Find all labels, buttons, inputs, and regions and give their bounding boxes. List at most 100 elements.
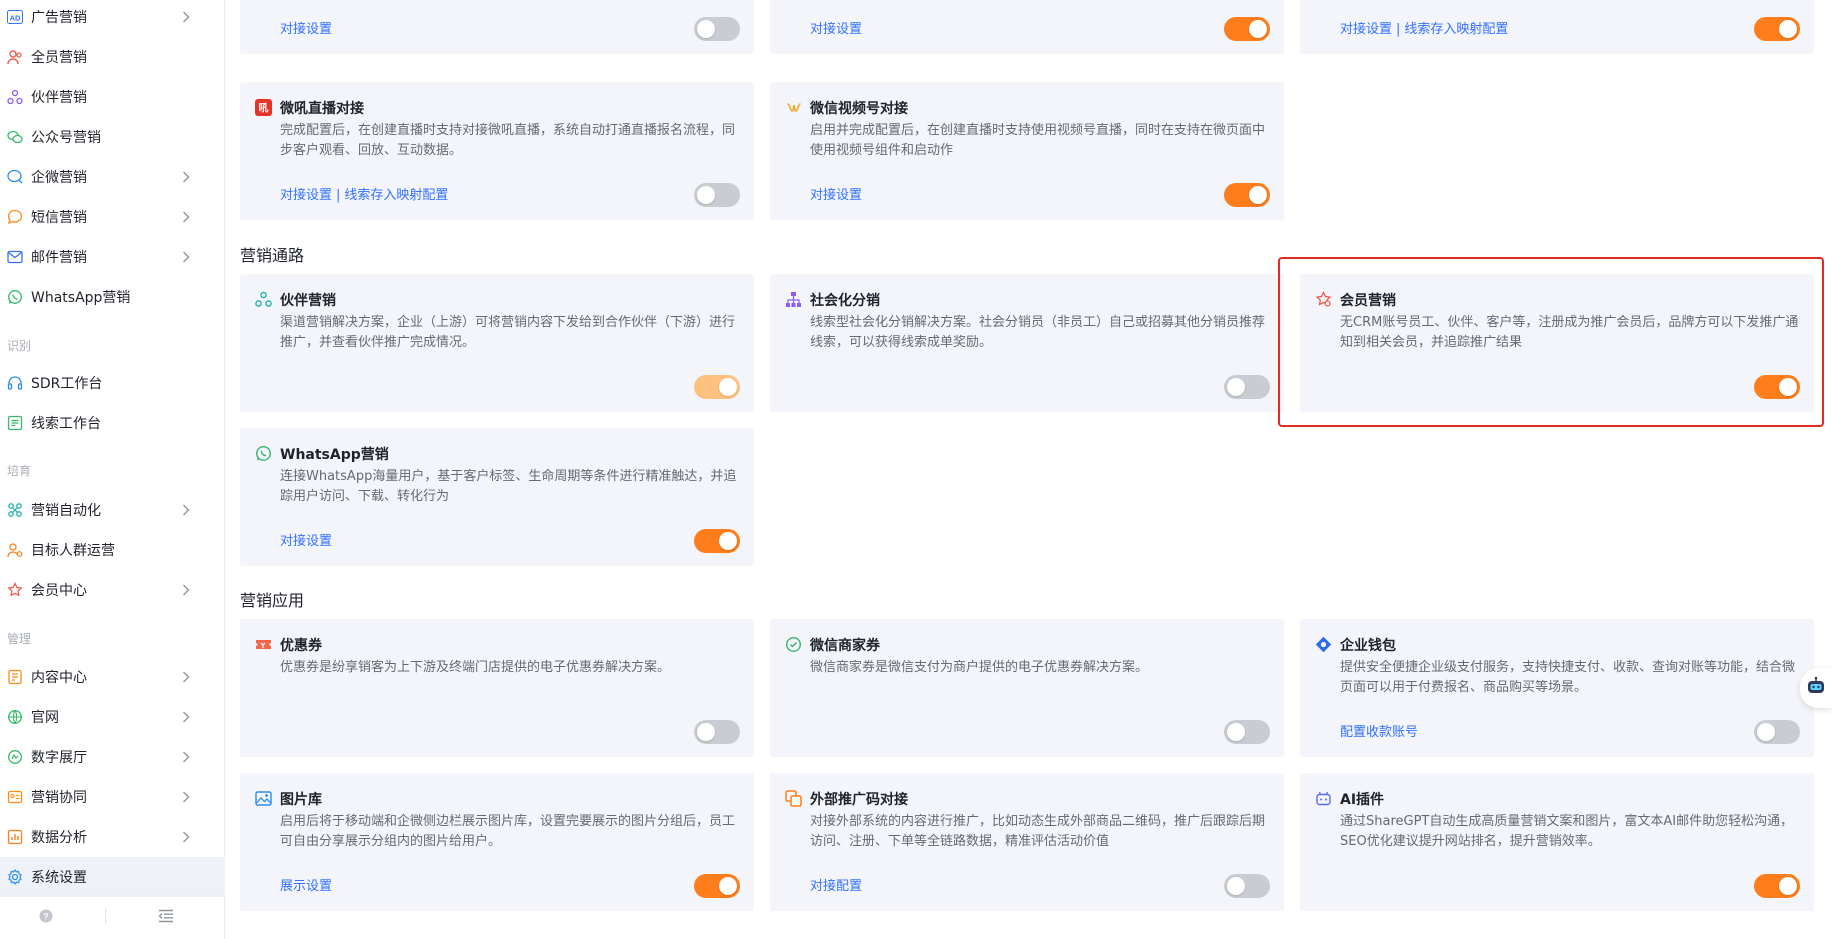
link-text[interactable]: 对接设置 (280, 188, 332, 203)
lead-mapping-link[interactable]: 线索存入映射配置 (1404, 22, 1508, 37)
toggle-switch[interactable] (694, 17, 740, 41)
toggle-switch[interactable] (1224, 874, 1270, 898)
link-text[interactable]: 对接设置 (280, 22, 332, 37)
sidebar-item-whatsapp-marketing[interactable]: WhatsApp营销 (0, 277, 225, 317)
collapse-sidebar-icon[interactable] (157, 907, 175, 925)
toggle-switch[interactable] (1224, 183, 1270, 207)
card-description: 提供安全便捷企业级支付服务，支持快捷支付、收款、查询对账等功能，结合微页面可以用… (1340, 660, 1796, 695)
sidebar-item-label: 短信营销 (31, 210, 87, 226)
display-settings-link[interactable]: 展示设置 (280, 875, 332, 894)
link-text[interactable]: 对接设置 (810, 22, 862, 37)
sidebar-item-marketing-collaboration[interactable]: 营销协同 (0, 777, 225, 817)
svg-text:吼: 吼 (259, 102, 269, 115)
help-icon[interactable]: ? (37, 907, 55, 925)
card-coupon: 优惠券 优惠券是纷享销客为上下游及终端门店提供的电子优惠券解决方案。 (240, 619, 754, 757)
toggle-switch[interactable] (1224, 375, 1270, 399)
chevron-right-icon (178, 669, 194, 685)
integration-settings-link[interactable]: 对接设置 | 线索存入映射配置 (1340, 18, 1508, 37)
footer-divider (105, 908, 106, 924)
integration-settings-link[interactable]: 对接设置 (810, 184, 862, 203)
sidebar-item-partner-marketing[interactable]: 伙伴营销 (0, 77, 225, 117)
integration-settings-link[interactable]: 对接设置 (280, 18, 332, 37)
chevron-right-icon (178, 502, 194, 518)
distribution-icon (785, 291, 802, 308)
toggle-switch[interactable] (694, 375, 740, 399)
sidebar-item-content-center[interactable]: 内容中心 (0, 657, 225, 697)
sidebar-item-label: 数据分析 (31, 830, 87, 846)
sidebar-item-label: 广告营销 (31, 10, 87, 26)
sidebar-item-digital-hall[interactable]: 数字展厅 (0, 737, 225, 777)
card-description: 线索型社会化分销解决方案。社会分销员（非员工）自己或招募其他分销员推荐线索，可以… (810, 315, 1266, 350)
card-enterprise-wallet: 企业钱包 提供安全便捷企业级支付服务，支持快捷支付、收款、查询对账等功能，结合微… (1300, 619, 1814, 757)
svg-text:AD: AD (10, 14, 21, 23)
ai-bot-icon (1315, 790, 1332, 807)
sidebar-item-official-account-marketing[interactable]: 公众号营销 (0, 117, 225, 157)
card-description: 对接外部系统的内容进行推广，比如动态生成外部商品二维码，推广后跟踪后期访问、注册… (810, 814, 1266, 849)
sidebar-item-sms-marketing[interactable]: 短信营销 (0, 197, 225, 237)
card-image-library: 图片库 启用后将于移动端和企微侧边栏展示图片库，设置完要展示的图片分组后，员工可… (240, 773, 754, 911)
sidebar-item-label: SDR工作台 (31, 376, 103, 392)
card-top-2: 对接设置 (770, 0, 1284, 54)
card-title: 社会化分销 (810, 293, 880, 309)
toggle-switch[interactable] (694, 720, 740, 744)
card-description: 启用并完成配置后，在创建直播时支持使用视频号直播，同时在支持在微页面中使用视频号… (810, 123, 1266, 158)
sidebar-item-member-center[interactable]: 会员中心 (0, 570, 225, 610)
chevron-right-icon (178, 829, 194, 845)
card-description: 优惠券是纷享销客为上下游及终端门店提供的电子优惠券解决方案。 (280, 660, 671, 675)
vhall-icon: 吼 (255, 99, 272, 116)
card-title: 微信视频号对接 (810, 101, 908, 117)
integration-settings-link[interactable]: 对接设置 (280, 530, 332, 549)
payment-account-link[interactable]: 配置收款账号 (1340, 721, 1418, 740)
main-content: 对接设置 对接设置 对接设置 | 线索存入映射配置 吼 微吼直播对接 完成配置后，在… (225, 0, 1832, 939)
link-text[interactable]: 对接设置 (1340, 22, 1392, 37)
chevron-right-icon (178, 249, 194, 265)
sidebar-item-wecom-marketing[interactable]: 企微营销 (0, 157, 225, 197)
sidebar-item-data-analytics[interactable]: 数据分析 (0, 817, 225, 857)
toggle-switch[interactable] (1754, 874, 1800, 898)
card-wechat-channels: 微信视频号对接 启用并完成配置后，在创建直播时支持使用视频号直播，同时在支持在微… (770, 82, 1284, 220)
mail-icon (7, 249, 23, 265)
chevron-right-icon (178, 709, 194, 725)
assistant-robot-button[interactable] (1800, 668, 1832, 708)
toggle-switch[interactable] (1754, 17, 1800, 41)
lead-mapping-link[interactable]: 线索存入映射配置 (344, 188, 448, 203)
sidebar-item-label: 企微营销 (31, 170, 87, 186)
integration-settings-link[interactable]: 对接设置 (810, 18, 862, 37)
sidebar-item-leads-workbench[interactable]: 线索工作台 (0, 403, 225, 443)
sidebar-item-marketing-automation[interactable]: 营销自动化 (0, 490, 225, 530)
link-text[interactable]: 对接设置 (280, 534, 332, 549)
sidebar-item-email-marketing[interactable]: 邮件营销 (0, 237, 225, 277)
card-title: 伙伴营销 (280, 293, 336, 309)
toggle-switch[interactable] (1754, 375, 1800, 399)
sidebar-item-ad-marketing[interactable]: AD 广告营销 (0, 0, 225, 37)
sidebar-item-label: 官网 (31, 710, 59, 726)
analytics-icon (7, 829, 23, 845)
sidebar-item-label: 营销自动化 (31, 503, 101, 519)
sidebar-item-all-staff-marketing[interactable]: 全员营销 (0, 37, 225, 77)
link-text[interactable]: 展示设置 (280, 879, 332, 894)
image-library-icon (255, 790, 272, 807)
wechat-coupon-icon (785, 636, 802, 653)
toggle-switch[interactable] (694, 183, 740, 207)
sidebar-item-website[interactable]: 官网 (0, 697, 225, 737)
sidebar-item-label: 内容中心 (31, 670, 87, 686)
toggle-switch[interactable] (1754, 720, 1800, 744)
toggle-switch[interactable] (694, 874, 740, 898)
card-external-promo-code: 外部推广码对接 对接外部系统的内容进行推广，比如动态生成外部商品二维码，推广后跟… (770, 773, 1284, 911)
toggle-switch[interactable] (694, 529, 740, 553)
partner-icon (255, 291, 272, 308)
toggle-switch[interactable] (1224, 17, 1270, 41)
link-text[interactable]: 配置收款账号 (1340, 725, 1418, 740)
toggle-switch[interactable] (1224, 720, 1270, 744)
card-description: 完成配置后，在创建直播时支持对接微吼直播，系统自动打通直播报名流程，同步客户观看… (280, 123, 736, 158)
sidebar-item-target-audience[interactable]: 目标人群运营 (0, 530, 225, 570)
sidebar-item-label: 公众号营销 (31, 130, 101, 146)
channels-icon (785, 99, 802, 116)
integration-settings-link[interactable]: 对接设置 | 线索存入映射配置 (280, 184, 448, 203)
link-text[interactable]: 对接配置 (810, 879, 862, 894)
integration-config-link[interactable]: 对接配置 (810, 875, 862, 894)
card-partner-marketing: 伙伴营销 渠道营销解决方案，企业（上游）可将营销内容下发给到合作伙伴（下游）进行… (240, 274, 754, 412)
sidebar-item-sdr-workbench[interactable]: SDR工作台 (0, 363, 225, 403)
link-text[interactable]: 对接设置 (810, 188, 862, 203)
card-description: 无CRM账号员工、伙伴、客户等，注册成为推广会员后，品牌方可以下发推广通知到相关… (1340, 315, 1799, 350)
